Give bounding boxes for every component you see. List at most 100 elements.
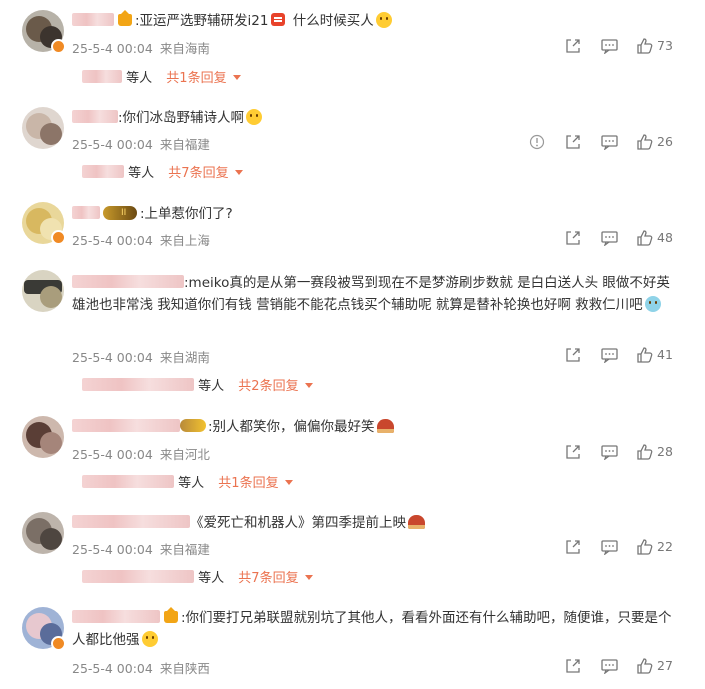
- reply-prefix: 等人: [198, 571, 225, 586]
- avatar[interactable]: [22, 270, 64, 312]
- like-count: 27: [657, 658, 673, 673]
- username-redacted[interactable]: [72, 610, 160, 623]
- comment-body: :你们要打兄弟联盟就别坑了其他人，看看外面还有什么辅助吧，随便谁，只要是个人都比…: [72, 607, 675, 651]
- cake-icon: [408, 515, 425, 529]
- share-icon[interactable]: [565, 134, 581, 150]
- comment-meta: 25-5-4 00:04 来自河北: [72, 444, 210, 463]
- location: 来自福建: [159, 542, 210, 557]
- like-count: 73: [657, 38, 673, 53]
- like-count: 28: [657, 444, 673, 459]
- like-icon[interactable]: [637, 38, 653, 54]
- username-redacted[interactable]: [72, 515, 190, 528]
- crown-icon: [118, 10, 132, 26]
- comment-meta: 25-5-4 00:04 来自福建: [72, 134, 210, 153]
- comment-body: :别人都笑你，偏偏你最好笑: [72, 416, 675, 438]
- timestamp: 25-5-4 00:04: [72, 447, 153, 462]
- comment-meta: 25-5-4 00:04 来自陕西: [72, 658, 210, 677]
- reply-user-redacted: [82, 475, 174, 488]
- more-replies-link[interactable]: 共1条回复: [218, 476, 278, 491]
- emoji-icon: [141, 631, 158, 647]
- share-icon[interactable]: [565, 38, 581, 54]
- share-icon[interactable]: [565, 444, 581, 460]
- more-replies-link[interactable]: 共7条回复: [168, 166, 228, 181]
- badge-icon: [180, 419, 206, 432]
- chevron-down-icon: [304, 575, 313, 580]
- username-redacted[interactable]: [72, 110, 118, 123]
- report-icon[interactable]: [529, 134, 545, 150]
- comment-body: 《爱死亡和机器人》第四季提前上映: [72, 512, 675, 534]
- comment-icon[interactable]: [601, 38, 618, 54]
- comment-icon[interactable]: [601, 444, 618, 460]
- reply-summary[interactable]: 等人 共7条回复: [82, 165, 243, 182]
- avatar[interactable]: [22, 107, 64, 149]
- comment-icon[interactable]: [601, 134, 618, 150]
- reply-user-redacted: [82, 70, 122, 83]
- like-icon[interactable]: [637, 658, 653, 674]
- share-icon[interactable]: [565, 539, 581, 555]
- timestamp: 25-5-4 00:04: [72, 137, 153, 152]
- verified-badge: [51, 230, 66, 245]
- comment-icon[interactable]: [601, 230, 618, 246]
- comment-icon[interactable]: [601, 539, 618, 555]
- timestamp: 25-5-4 00:04: [72, 542, 153, 557]
- comment-body: :上单惹你们了?: [72, 203, 675, 225]
- reply-user-redacted: [82, 378, 194, 391]
- location: 来自河北: [159, 447, 210, 462]
- like-count: 26: [657, 134, 673, 149]
- comment-body: :亚运严选野辅研发i21 什么时候买人: [72, 10, 675, 32]
- avatar[interactable]: [22, 416, 64, 458]
- like-icon[interactable]: [637, 347, 653, 363]
- comment-text: :你们要打兄弟联盟就别坑了其他人，看看外面还有什么辅助吧，随便谁，只要是个人都比…: [72, 610, 672, 648]
- like-icon[interactable]: [637, 134, 653, 150]
- like-icon[interactable]: [637, 230, 653, 246]
- reply-summary[interactable]: 等人 共1条回复: [82, 475, 293, 492]
- timestamp: 25-5-4 00:04: [72, 41, 153, 56]
- verified-badge: [51, 636, 66, 651]
- like-count: 48: [657, 230, 673, 245]
- share-icon[interactable]: [565, 658, 581, 674]
- location: 来自海南: [159, 41, 210, 56]
- more-replies-link[interactable]: 共1条回复: [166, 71, 226, 86]
- comment-icon[interactable]: [601, 658, 618, 674]
- username-redacted[interactable]: [72, 275, 184, 288]
- comment-icon[interactable]: [601, 347, 618, 363]
- more-replies-link[interactable]: 共7条回复: [238, 571, 298, 586]
- chevron-down-icon: [234, 170, 243, 175]
- comment-text: :别人都笑你，偏偏你最好笑: [208, 419, 375, 435]
- chevron-down-icon: [284, 480, 293, 485]
- badge-icon: [271, 13, 286, 26]
- comment-text: :亚运严选野辅研发i21: [135, 13, 269, 29]
- timestamp: 25-5-4 00:04: [72, 350, 153, 365]
- comment-meta: 25-5-4 00:04 来自湖南: [72, 347, 210, 366]
- comment-text: 《爱死亡和机器人》第四季提前上映: [190, 515, 406, 531]
- location: 来自陕西: [159, 661, 210, 676]
- comment-meta: 25-5-4 00:04 来自福建: [72, 539, 210, 558]
- avatar[interactable]: [22, 512, 64, 554]
- like-icon[interactable]: [637, 539, 653, 555]
- cake-icon: [376, 419, 394, 433]
- reply-prefix: 等人: [198, 379, 225, 394]
- verified-badge: [51, 39, 66, 54]
- reply-user-redacted: [82, 570, 194, 583]
- comment-meta: 25-5-4 00:04 来自上海: [72, 230, 210, 249]
- share-icon[interactable]: [565, 347, 581, 363]
- comment-meta: 25-5-4 00:04 来自海南: [72, 38, 210, 57]
- share-icon[interactable]: [565, 230, 581, 246]
- crown-icon: [164, 607, 178, 623]
- location: 来自上海: [159, 233, 210, 248]
- more-replies-link[interactable]: 共2条回复: [238, 379, 298, 394]
- comment-text-tail: 什么时候买人: [288, 13, 374, 29]
- comment-text: :上单惹你们了?: [140, 206, 233, 222]
- like-icon[interactable]: [637, 444, 653, 460]
- reply-prefix: 等人: [126, 71, 153, 86]
- emoji-icon: [375, 12, 392, 28]
- emoji-icon: [644, 296, 661, 312]
- reply-summary[interactable]: 等人 共2条回复: [82, 378, 313, 395]
- username-redacted[interactable]: [72, 419, 180, 432]
- chevron-down-icon: [304, 383, 313, 388]
- reply-summary[interactable]: 等人 共7条回复: [82, 570, 313, 587]
- username-redacted[interactable]: [72, 206, 100, 219]
- comment-body: :你们冰岛野辅诗人啊: [72, 107, 675, 129]
- reply-summary[interactable]: 等人 共1条回复: [82, 70, 241, 87]
- username-redacted[interactable]: [72, 13, 114, 26]
